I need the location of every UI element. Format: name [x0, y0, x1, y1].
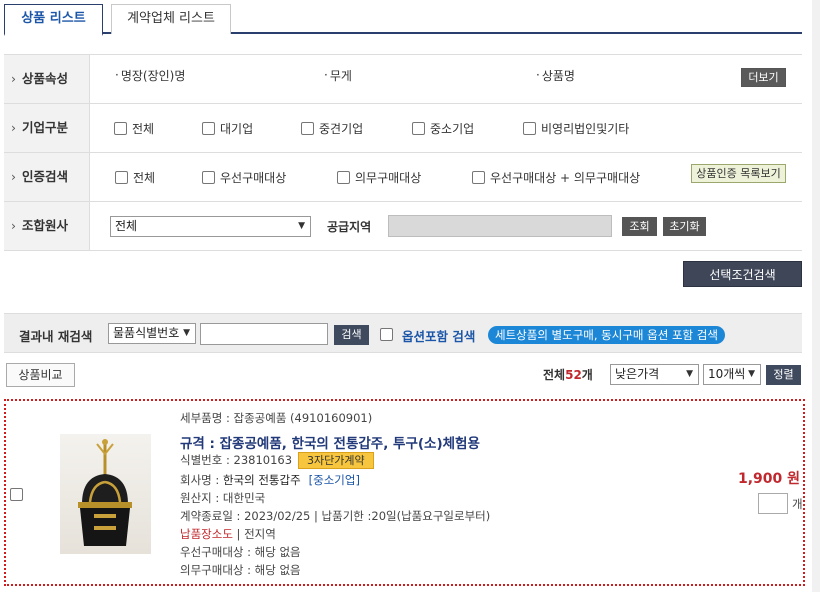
page-size-select[interactable]: 10개씩 ▼	[703, 364, 761, 385]
helmet-image	[78, 439, 132, 546]
quantity-input[interactable]	[758, 493, 788, 514]
product-id-row: 식별번호 : 23810163 3자단가계약	[180, 452, 374, 469]
region-label: 공급지역	[327, 219, 372, 234]
tab-product-list[interactable]: 상품 리스트	[4, 4, 103, 36]
union-select[interactable]: 전체 ▼	[110, 216, 311, 237]
attr-item-master[interactable]: 명장(장인)명	[115, 51, 186, 99]
delivery-value: | 전지역	[232, 527, 276, 541]
filter-row-cert: 인증검색 전체 우선구매대상 의무구매대상 우선구매대상 + 의무구매대상 상품…	[4, 153, 802, 202]
attr-item-weight[interactable]: 무게	[324, 51, 352, 99]
total-count: 전체52개	[543, 366, 593, 383]
filter-row-company: 기업구분 전체 대기업 중견기업 중소기업 비영리법인및기타	[4, 104, 802, 153]
product-origin: 원산지 : 대한민국	[180, 491, 266, 505]
research-label: 결과내 재검색	[19, 329, 93, 344]
company-option-sme[interactable]: 중소기업	[412, 104, 474, 152]
checkbox[interactable]	[337, 170, 350, 184]
cert-option-all[interactable]: 전체	[115, 153, 155, 201]
reset-button[interactable]: 초기화	[663, 217, 706, 236]
tab-contractor-list[interactable]: 계약업체 리스트	[111, 4, 231, 34]
company-option-all[interactable]: 전체	[114, 104, 154, 152]
chevron-down-icon: ▼	[183, 328, 190, 338]
product-contract: 계약종료일 : 2023/02/25 | 납품기한 :20일(납품요구일로부터)	[180, 509, 491, 523]
chevron-down-icon: ▼	[686, 369, 693, 379]
total-suffix: 개	[581, 368, 593, 382]
cert-option-label: 우선구매대상 + 의무구매대상	[490, 170, 641, 185]
cert-list-button[interactable]: 상품인증 목록보기	[691, 164, 786, 183]
option-include-label: 옵션포함 검색	[402, 329, 476, 344]
tab-bar: 상품 리스트 계약업체 리스트	[4, 4, 802, 36]
filter-row-union: 조합원사 전체 ▼ 공급지역 조회 초기화	[4, 202, 802, 251]
chevron-down-icon: ▼	[298, 221, 305, 231]
cert-option-both[interactable]: 우선구매대상 + 의무구매대상	[472, 153, 640, 201]
product-price: 1,900 원	[738, 471, 801, 487]
product-delivery-row: 납품장소도 | 전지역	[180, 526, 276, 542]
filter-label-union: 조합원사	[4, 202, 90, 250]
compare-button[interactable]: 상품비교	[6, 363, 75, 387]
checkbox[interactable]	[114, 121, 127, 135]
company-option-label: 중견기업	[319, 121, 364, 136]
company-option-nonprofit[interactable]: 비영리법인및기타	[523, 104, 629, 152]
research-search-button[interactable]: 검색	[334, 325, 369, 345]
product-priority: 우선구매대상 : 해당 없음	[180, 545, 301, 559]
filter-label-company: 기업구분	[4, 104, 90, 152]
cert-option-label: 우선구매대상	[220, 170, 287, 185]
checkbox[interactable]	[202, 170, 215, 184]
filter-table: 상품속성 명장(장인)명 무게 상품명 더보기 기업구분 전체 대기업 중견기업…	[4, 54, 802, 251]
attr-item-product-name[interactable]: 상품명	[536, 51, 575, 99]
research-field-value: 물품식별번호	[113, 326, 180, 340]
checkbox[interactable]	[202, 121, 215, 135]
total-number: 52	[565, 368, 582, 382]
checkbox[interactable]	[115, 170, 128, 184]
cert-option-label: 전체	[133, 170, 156, 185]
sort-value: 낮은가격	[615, 367, 660, 381]
checkbox[interactable]	[472, 170, 485, 184]
cert-option-mandatory[interactable]: 의무구매대상	[337, 153, 421, 201]
more-button[interactable]: 더보기	[741, 68, 786, 87]
option-include-checkbox[interactable]	[380, 328, 393, 341]
company-option-large[interactable]: 대기업	[202, 104, 253, 152]
chevron-down-icon: ▼	[748, 369, 755, 379]
total-prefix: 전체	[543, 368, 566, 382]
product-company-row: 회사명 : 한국의 전통갑주 [중소기업]	[180, 472, 360, 488]
company-option-label: 전체	[132, 121, 155, 136]
page-size-value: 10개씩	[708, 367, 746, 381]
cert-option-label: 의무구매대상	[355, 170, 422, 185]
cert-option-priority[interactable]: 우선구매대상	[202, 153, 286, 201]
sort-select[interactable]: 낮은가격 ▼	[610, 364, 699, 385]
research-input[interactable]	[200, 323, 328, 345]
product-card: 세부품명 : 잡종공예품 (4910160901) 규격 : 잡종공예품, 한국…	[4, 399, 805, 586]
product-id: 식별번호 : 23810163	[180, 453, 293, 467]
union-select-value: 전체	[115, 219, 138, 233]
checkbox[interactable]	[301, 121, 314, 135]
company-label: 회사명 :	[180, 473, 223, 487]
search-selected-button[interactable]: 선택조건검색	[683, 261, 802, 287]
company-type: [중소기업]	[308, 473, 360, 487]
filter-label-attr: 상품속성	[4, 55, 90, 103]
research-field-select[interactable]: 물품식별번호 ▼	[108, 323, 196, 344]
company-name-link[interactable]: 한국의 전통갑주	[223, 473, 301, 487]
product-detail-name: 세부품명 : 잡종공예품 (4910160901)	[180, 411, 373, 425]
checkbox[interactable]	[523, 121, 536, 135]
company-option-label: 대기업	[220, 121, 254, 136]
region-search-button[interactable]: 조회	[622, 217, 657, 236]
company-option-midsize[interactable]: 중견기업	[301, 104, 363, 152]
filter-label-cert: 인증검색	[4, 153, 90, 201]
scrollbar[interactable]	[812, 0, 820, 592]
contract-badge: 3자단가계약	[298, 452, 374, 469]
company-option-label: 비영리법인및기타	[541, 121, 630, 136]
delivery-label-link[interactable]: 납품장소도	[180, 527, 233, 541]
option-note-badge: 세트상품의 별도구매, 동시구매 옵션 포함 검색	[488, 326, 725, 344]
sort-button[interactable]: 정렬	[766, 365, 801, 385]
filter-row-attr: 상품속성 명장(장인)명 무게 상품명 더보기	[4, 55, 802, 104]
research-bar: 결과내 재검색 물품식별번호 ▼ 검색 옵션포함 검색 세트상품의 별도구매, 동…	[4, 313, 802, 353]
region-input[interactable]	[388, 215, 612, 237]
product-mandatory: 의무구매대상 : 해당 없음	[180, 563, 301, 577]
product-select-checkbox[interactable]	[10, 488, 23, 501]
product-title-link[interactable]: 규격 : 잡종공예품, 한국의 전통갑주, 투구(소)체험용	[180, 432, 480, 452]
quantity-unit: 개	[792, 497, 803, 511]
company-option-label: 중소기업	[430, 121, 475, 136]
product-image[interactable]	[60, 434, 151, 554]
checkbox[interactable]	[412, 121, 425, 135]
